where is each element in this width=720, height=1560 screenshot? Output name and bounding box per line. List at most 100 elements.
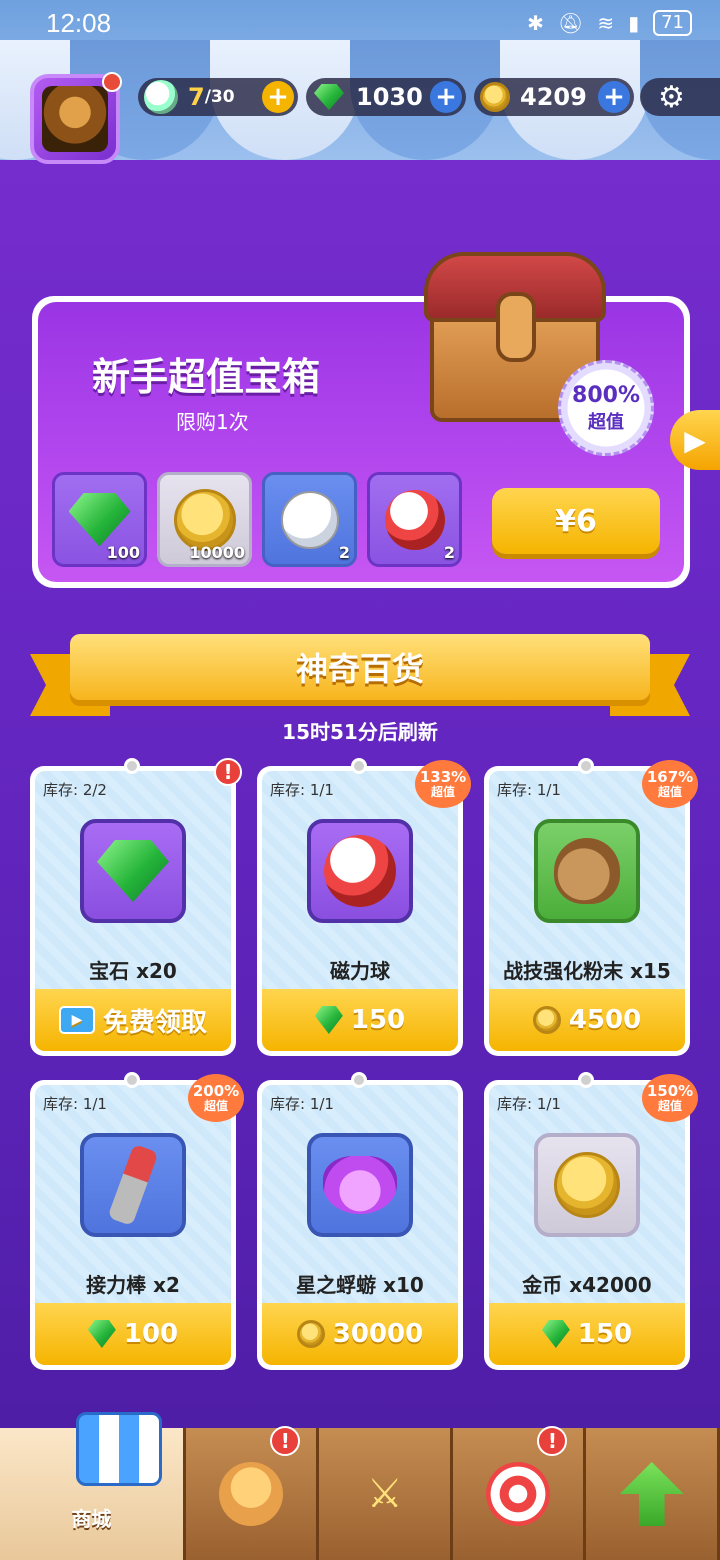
settings-button[interactable]: ⚙: [640, 78, 720, 116]
status-icons: ✱ 🔕︎ ≋ ▮ 71: [527, 10, 692, 36]
price-label: 100: [123, 1319, 179, 1349]
hero-icon: [219, 1462, 284, 1526]
buy-button[interactable]: 100: [35, 1303, 231, 1365]
battery-icon: 71: [653, 10, 692, 36]
item-name: 磁力球: [330, 959, 390, 983]
nav-tab-upgrade[interactable]: [586, 1428, 720, 1560]
buy-button[interactable]: 4500: [489, 989, 685, 1051]
chevron-right-icon: ▶: [684, 423, 706, 457]
item-icon-box: [534, 819, 640, 923]
price-label: 150: [350, 1005, 406, 1035]
item-name: 宝石 x20: [89, 959, 177, 983]
value-badge: 800% 超值: [558, 360, 654, 456]
add-stamina-button[interactable]: +: [262, 81, 294, 113]
stock-label: 库存: 1/1: [270, 1095, 334, 1113]
nav-tab-heroes[interactable]: !: [185, 1426, 320, 1560]
coin-icon: [173, 488, 236, 551]
shop-stall-icon: [76, 1412, 162, 1486]
buy-starter-pack-button[interactable]: ¥6: [492, 488, 660, 554]
buy-button[interactable]: 150: [489, 1303, 685, 1365]
value-label: 超值: [657, 784, 682, 799]
item-icon-box: [307, 819, 413, 923]
shop-item-card[interactable]: 库存: 1/1 磁力球 150 133% 超值: [257, 758, 471, 1056]
target-icon: [486, 1462, 551, 1526]
player-avatar[interactable]: [30, 72, 122, 164]
value-badge: 200% 超值: [188, 1074, 244, 1122]
value-percent: 200%: [192, 1081, 240, 1100]
status-bar: 12:08 ✱ 🔕︎ ≋ ▮ 71: [0, 0, 720, 46]
coin-icon: [554, 1152, 620, 1218]
alert-badge-icon: !: [537, 1426, 568, 1456]
nav-shop-label: 商城: [71, 1507, 112, 1531]
alert-badge-icon: !: [270, 1426, 301, 1456]
stamina-max: /30: [204, 87, 235, 107]
shop-item-card[interactable]: 库存: 2/2 宝石 x20 ▶ 免费领取 !: [30, 758, 242, 1056]
shop-item-card[interactable]: 库存: 1/1 金币 x42000 150 150% 超值: [484, 1072, 698, 1370]
status-time: 12:08: [46, 7, 112, 38]
value-label: 超值: [657, 1098, 682, 1113]
starter-item-coin[interactable]: 10000: [157, 472, 252, 567]
value-label: 超值: [430, 784, 455, 799]
signal-icon: ▮: [628, 11, 640, 35]
value-percent: 150%: [646, 1081, 694, 1100]
item-qty: 2: [338, 543, 350, 562]
stamina-pill: 7 /30 +: [138, 78, 298, 116]
value-badge: 150% 超值: [642, 1074, 698, 1122]
item-name: 星之蜉蝣 x10: [296, 1273, 424, 1297]
stock-label: 库存: 2/2: [43, 781, 107, 799]
stock-label: 库存: 1/1: [497, 781, 561, 799]
nav-tab-shop[interactable]: 商城: [0, 1412, 186, 1560]
gem-icon: [97, 840, 169, 902]
starter-pack-limit: 限购1次: [176, 410, 249, 434]
stock-label: 库存: 1/1: [270, 781, 334, 799]
crossed-swords-icon: ⚔: [366, 1471, 403, 1517]
gems-value: 1030: [356, 83, 423, 111]
starter-pack-card: 新手超值宝箱 限购1次 800% 超值 100 10000 2 2 ¥6: [32, 252, 690, 588]
stamina-egg-icon: [144, 80, 178, 114]
mute-icon: 🔕︎: [557, 11, 584, 35]
bottom-nav: 商城 ! ⚔ !: [0, 1412, 720, 1560]
starter-pack-title: 新手超值宝箱: [92, 355, 321, 399]
powder-bag-icon: [554, 838, 620, 904]
shop-item-card[interactable]: 库存: 1/1 战技强化粉末 x15 4500 167% 超值: [484, 758, 698, 1056]
buy-button[interactable]: 30000: [262, 1303, 458, 1365]
gem-icon: [314, 1006, 343, 1034]
gem-icon: [68, 492, 131, 547]
starter-item-white-ball[interactable]: 2: [262, 472, 357, 567]
value-label: 超值: [588, 411, 624, 433]
shop-item-card[interactable]: 库存: 1/1 接力棒 x2 100 200% 超值: [30, 1072, 244, 1370]
white-ball-icon: [280, 490, 339, 549]
gem-icon: [541, 1320, 570, 1348]
nav-tab-target[interactable]: !: [452, 1426, 587, 1560]
notification-dot-icon: [102, 72, 122, 92]
nav-tab-battle[interactable]: ⚔: [319, 1428, 453, 1560]
starter-item-magnet-ball[interactable]: 2: [367, 472, 462, 567]
starter-pack-items: 100 10000 2 2: [52, 472, 462, 567]
value-percent: 800%: [572, 382, 640, 408]
shop-banner: 神奇百货: [30, 634, 690, 716]
free-claim-button[interactable]: ▶ 免费领取: [35, 989, 231, 1051]
item-qty: 10000: [189, 543, 245, 562]
shop-item-card[interactable]: 库存: 1/1 星之蜉蝣 x10 30000: [257, 1072, 463, 1370]
star-mayfly-icon: [323, 1156, 397, 1214]
value-percent: 167%: [646, 767, 694, 786]
value-percent: 133%: [419, 767, 467, 786]
up-arrow-icon: [619, 1462, 684, 1526]
buy-button[interactable]: 150: [262, 989, 458, 1051]
coin-icon: [480, 82, 510, 112]
item-name: 战技强化粉末 x15: [503, 959, 671, 983]
shop-title: 神奇百货: [70, 634, 650, 700]
coins-value: 4209: [520, 83, 587, 111]
add-coins-button[interactable]: +: [598, 81, 630, 113]
price-label: 4500: [568, 1005, 642, 1035]
item-name: 金币 x42000: [522, 1273, 652, 1297]
alert-badge-icon: !: [214, 758, 242, 786]
add-gems-button[interactable]: +: [430, 81, 462, 113]
item-qty: 2: [443, 543, 455, 562]
baton-icon: [107, 1143, 159, 1227]
magnet-ball-icon: [324, 835, 396, 907]
item-name: 接力棒 x2: [86, 1273, 180, 1297]
price-label: 150: [577, 1319, 633, 1349]
starter-item-gem[interactable]: 100: [52, 472, 147, 567]
coins-pill: 4209 +: [474, 78, 634, 116]
